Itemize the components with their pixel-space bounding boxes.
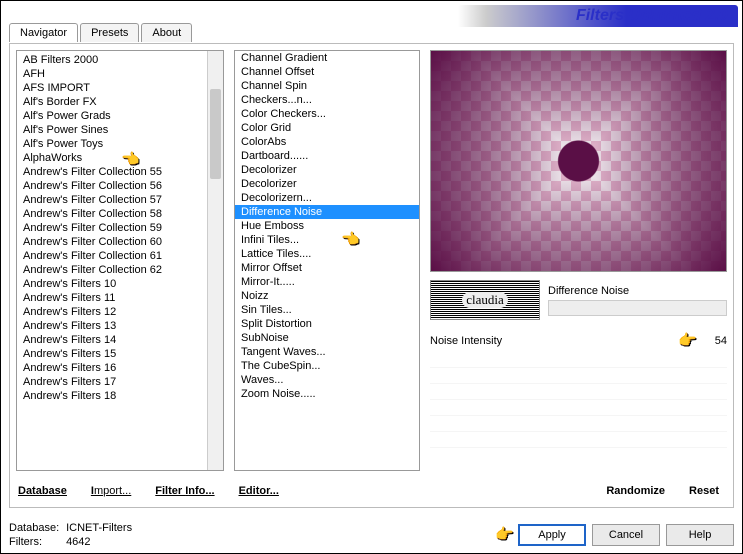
cancel-button[interactable]: Cancel — [592, 524, 660, 546]
filter-item[interactable]: Mirror Offset — [235, 261, 419, 275]
tab-presets[interactable]: Presets — [80, 23, 139, 42]
filter-item[interactable]: Lattice Tiles.... — [235, 247, 419, 261]
category-list[interactable]: AB Filters 2000AFHAFS IMPORTAlf's Border… — [16, 50, 224, 471]
filter-item[interactable]: Decolorizer — [235, 177, 419, 191]
title-banner: Filters Unlimited 2.0 — [576, 5, 738, 27]
category-item[interactable]: Andrew's Filter Collection 60 — [17, 235, 223, 249]
category-item[interactable]: Andrew's Filter Collection 58 — [17, 207, 223, 221]
filter-item[interactable]: Color Checkers... — [235, 107, 419, 121]
filter-item[interactable]: ColorAbs — [235, 135, 419, 149]
category-item[interactable]: Alf's Power Grads — [17, 109, 223, 123]
filter-item[interactable]: Noizz — [235, 289, 419, 303]
param-value: 54 — [697, 335, 727, 347]
filter-item[interactable]: Zoom Noise..... — [235, 387, 419, 401]
filter-info-link[interactable]: Filter Info... — [153, 481, 216, 501]
database-name: ICNET-Filters — [66, 522, 132, 534]
category-item[interactable]: Andrew's Filters 12 — [17, 305, 223, 319]
right-panel: claudia Difference Noise Noise Intensity… — [430, 50, 727, 471]
scrollbar-thumb[interactable] — [210, 89, 221, 179]
tab-navigator[interactable]: Navigator — [9, 23, 78, 42]
filter-item[interactable]: Infini Tiles... — [235, 233, 419, 247]
filter-item[interactable]: Channel Offset — [235, 65, 419, 79]
pointer-hand-icon: 👉 — [495, 525, 514, 543]
help-button[interactable]: Help — [666, 524, 734, 546]
category-item[interactable]: Andrew's Filters 14 — [17, 333, 223, 347]
category-item[interactable]: Andrew's Filters 11 — [17, 291, 223, 305]
filter-item[interactable]: Dartboard...... — [235, 149, 419, 163]
filter-item[interactable]: Checkers...n... — [235, 93, 419, 107]
filter-item[interactable]: Color Grid — [235, 121, 419, 135]
filter-item[interactable]: Channel Spin — [235, 79, 419, 93]
button-row: Database Import... Filter Info... Editor… — [16, 481, 727, 501]
watermark-text: claudia — [462, 292, 508, 308]
filter-item[interactable]: Tangent Waves... — [235, 345, 419, 359]
category-item[interactable]: Andrew's Filter Collection 61 — [17, 249, 223, 263]
app-title: Filters Unlimited 2.0 — [576, 7, 728, 25]
filter-item[interactable]: SubNoise — [235, 331, 419, 345]
param-label: Noise Intensity — [430, 335, 678, 347]
category-item[interactable]: Andrew's Filters 18 — [17, 389, 223, 403]
category-item[interactable]: AFH — [17, 67, 223, 81]
category-item[interactable]: Andrew's Filters 15 — [17, 347, 223, 361]
filter-list[interactable]: Channel GradientChannel OffsetChannel Sp… — [234, 50, 420, 471]
database-info: Database: ICNET-Filters Filters: 4642 — [9, 521, 132, 549]
parameter-area: Noise Intensity 👉 54 — [430, 330, 727, 448]
category-item[interactable]: Andrew's Filters 17 — [17, 375, 223, 389]
scrollbar[interactable] — [207, 51, 223, 470]
category-item[interactable]: Andrew's Filter Collection 59 — [17, 221, 223, 235]
category-item[interactable]: Andrew's Filter Collection 56 — [17, 179, 223, 193]
category-item[interactable]: AB Filters 2000 — [17, 53, 223, 67]
pointer-hand-icon: 👉 — [678, 331, 697, 349]
category-item[interactable]: AFS IMPORT — [17, 81, 223, 95]
filter-item[interactable]: Hue Emboss — [235, 219, 419, 233]
preview-image — [430, 50, 727, 272]
category-item[interactable]: Andrew's Filters 16 — [17, 361, 223, 375]
tab-strip: Navigator Presets About — [9, 23, 194, 42]
filter-item[interactable]: Decolorizern... — [235, 191, 419, 205]
filter-item[interactable]: Difference Noise — [235, 205, 419, 219]
database-link[interactable]: Database — [16, 481, 69, 501]
filter-item[interactable]: Sin Tiles... — [235, 303, 419, 317]
footer: Database: ICNET-Filters Filters: 4642 👉 … — [9, 521, 734, 549]
tab-about[interactable]: About — [141, 23, 192, 42]
category-item[interactable]: Andrew's Filter Collection 62 — [17, 263, 223, 277]
category-item[interactable]: Andrew's Filter Collection 57 — [17, 193, 223, 207]
filter-item[interactable]: Mirror-It..... — [235, 275, 419, 289]
randomize-button[interactable]: Randomize — [604, 481, 667, 501]
category-item[interactable]: Andrew's Filter Collection 55 — [17, 165, 223, 179]
category-item[interactable]: Alf's Power Toys — [17, 137, 223, 151]
editor-link[interactable]: Editor... — [237, 481, 281, 501]
category-item[interactable]: Andrew's Filters 13 — [17, 319, 223, 333]
filter-item[interactable]: Channel Gradient — [235, 51, 419, 65]
filter-item[interactable]: Decolorizer — [235, 163, 419, 177]
filter-item[interactable]: The CubeSpin... — [235, 359, 419, 373]
category-item[interactable]: Andrew's Filters 10 — [17, 277, 223, 291]
filter-count: 4642 — [66, 536, 90, 548]
main-panel: AB Filters 2000AFHAFS IMPORTAlf's Border… — [9, 43, 734, 508]
category-item[interactable]: AlphaWorks — [17, 151, 223, 165]
filter-name-bar — [548, 300, 727, 316]
reset-button[interactable]: Reset — [687, 481, 721, 501]
selected-filter-name: Difference Noise — [548, 285, 727, 300]
watermark-stamp: claudia — [430, 280, 540, 320]
filter-item[interactable]: Waves... — [235, 373, 419, 387]
apply-button[interactable]: Apply — [518, 524, 586, 546]
import-link[interactable]: Import... — [89, 481, 133, 501]
category-item[interactable]: Alf's Border FX — [17, 95, 223, 109]
category-item[interactable]: Alf's Power Sines — [17, 123, 223, 137]
filter-item[interactable]: Split Distortion — [235, 317, 419, 331]
param-row-noise-intensity[interactable]: Noise Intensity 👉 54 — [430, 330, 727, 352]
